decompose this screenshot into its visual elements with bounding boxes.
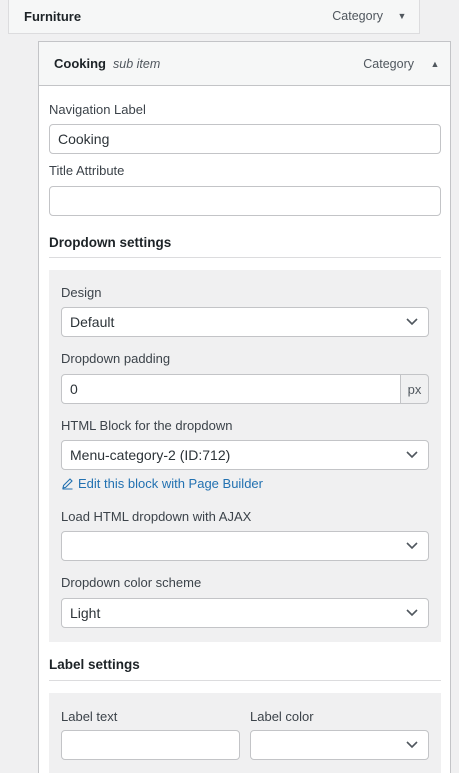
dropdown-padding-input[interactable]: 0 [61, 374, 401, 404]
edit-block-link[interactable]: Edit this block with Page Builder [61, 476, 263, 491]
design-select[interactable]: Default [61, 307, 429, 337]
label-text-label: Label text [61, 709, 118, 724]
label-color-select[interactable] [250, 730, 429, 760]
chevron-down-icon [406, 741, 418, 749]
menu-item-furniture[interactable]: Furniture Category ▼ [8, 0, 420, 34]
pencil-icon [62, 478, 73, 490]
menu-item-cooking-panel: Cooking sub item Category ▲ Navigation L… [38, 41, 451, 773]
title-attribute-input[interactable] [49, 186, 441, 216]
label-color-label: Label color [250, 709, 314, 724]
chevron-down-icon [406, 318, 418, 326]
label-settings-panel: Label text Label color [49, 693, 441, 773]
menu-item-title: Furniture [24, 8, 82, 24]
nav-label-label: Navigation Label [49, 102, 146, 117]
design-label: Design [61, 285, 102, 300]
expand-caret-icon[interactable]: ▼ [397, 11, 407, 21]
edit-block-link-text: Edit this block with Page Builder [78, 476, 263, 491]
design-value: Default [70, 314, 115, 330]
menu-item-title: Cooking [54, 56, 106, 71]
ajax-label: Load HTML dropdown with AJAX [61, 509, 252, 524]
nav-label-value: Cooking [58, 131, 110, 147]
title-attribute-label: Title Attribute [49, 163, 125, 178]
html-block-label: HTML Block for the dropdown [61, 418, 233, 433]
px-unit-addon: px [400, 374, 429, 404]
ajax-select[interactable] [61, 531, 429, 561]
dropdown-settings-heading: Dropdown settings [49, 235, 172, 250]
color-scheme-value: Light [70, 605, 101, 621]
menu-item-cooking-header[interactable]: Cooking sub item Category ▲ [39, 42, 450, 86]
menu-item-type: Category [363, 56, 414, 71]
dropdown-settings-panel: Design Default Dropdown padding 0 px HTM… [49, 270, 441, 642]
label-text-input[interactable] [61, 730, 240, 760]
menu-item-subtitle: sub item [113, 56, 161, 71]
label-settings-heading: Label settings [49, 657, 140, 672]
color-scheme-label: Dropdown color scheme [61, 575, 202, 590]
dropdown-padding-value: 0 [70, 381, 78, 397]
dropdown-padding-label: Dropdown padding [61, 351, 171, 366]
chevron-down-icon [406, 542, 418, 550]
html-block-value: Menu-category-2 (ID:712) [70, 447, 231, 463]
section-divider [49, 680, 441, 681]
section-divider [49, 257, 441, 258]
nav-label-input[interactable]: Cooking [49, 124, 441, 154]
chevron-down-icon [406, 451, 418, 459]
html-block-select[interactable]: Menu-category-2 (ID:712) [61, 440, 429, 470]
color-scheme-select[interactable]: Light [61, 598, 429, 628]
chevron-down-icon [406, 609, 418, 617]
menu-item-type: Category [332, 9, 383, 23]
collapse-caret-icon[interactable]: ▲ [430, 59, 440, 69]
